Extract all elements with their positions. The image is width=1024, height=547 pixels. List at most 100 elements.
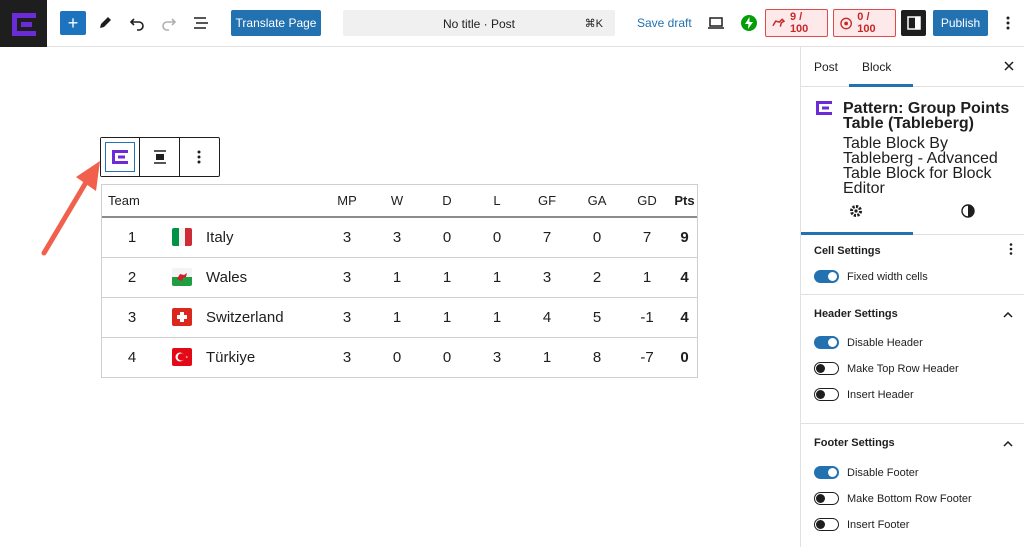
flag-cell[interactable] bbox=[162, 217, 202, 258]
rank-cell[interactable]: 1 bbox=[102, 217, 162, 258]
align-button[interactable] bbox=[140, 138, 180, 176]
header-cell[interactable]: GD bbox=[622, 185, 672, 218]
redo-button[interactable] bbox=[157, 11, 181, 35]
panel-title[interactable]: Header Settings bbox=[814, 308, 898, 320]
command-palette-bar[interactable]: No title · Post ⌘K bbox=[343, 10, 615, 36]
gf-cell[interactable]: 7 bbox=[522, 217, 572, 258]
gd-cell[interactable]: -1 bbox=[622, 297, 672, 338]
toggle-switch[interactable] bbox=[814, 518, 839, 531]
rank-cell[interactable]: 4 bbox=[102, 337, 162, 377]
toggle-switch[interactable] bbox=[814, 336, 839, 349]
header-cell[interactable]: GA bbox=[572, 185, 622, 218]
preview-button[interactable] bbox=[704, 11, 728, 35]
w-cell[interactable]: 1 bbox=[372, 297, 422, 338]
styles-tab[interactable] bbox=[961, 204, 975, 223]
toggle-row[interactable]: Make Top Row Header bbox=[814, 362, 959, 375]
l-cell[interactable]: 0 bbox=[472, 217, 522, 258]
tab-post[interactable]: Post bbox=[814, 60, 838, 74]
collapse-panel-button[interactable] bbox=[1003, 307, 1013, 321]
header-cell[interactable]: MP bbox=[322, 185, 372, 218]
panel-title[interactable]: Footer Settings bbox=[814, 437, 895, 449]
close-sidebar-button[interactable] bbox=[1004, 58, 1014, 74]
mp-cell[interactable]: 3 bbox=[322, 337, 372, 377]
publish-button[interactable]: Publish bbox=[933, 10, 988, 36]
toggle-row[interactable]: Disable Header bbox=[814, 336, 923, 349]
tableberg-logo[interactable] bbox=[0, 0, 47, 47]
mp-cell[interactable]: 3 bbox=[322, 297, 372, 338]
settings-tab[interactable] bbox=[849, 204, 863, 223]
flag-cell[interactable] bbox=[162, 257, 202, 298]
gf-cell[interactable]: 4 bbox=[522, 297, 572, 338]
gd-cell[interactable]: 1 bbox=[622, 257, 672, 298]
d-cell[interactable]: 1 bbox=[422, 297, 472, 338]
l-cell[interactable]: 1 bbox=[472, 257, 522, 298]
d-cell[interactable]: 1 bbox=[422, 257, 472, 298]
toggle-row[interactable]: Insert Header bbox=[814, 388, 914, 401]
toggle-row[interactable]: Fixed width cells bbox=[814, 270, 928, 283]
toggle-switch[interactable] bbox=[814, 388, 839, 401]
tab-block[interactable]: Block bbox=[862, 60, 891, 74]
header-cell[interactable]: Team bbox=[102, 185, 322, 218]
undo-button[interactable] bbox=[125, 11, 149, 35]
gd-cell[interactable]: 7 bbox=[622, 217, 672, 258]
readability-score-button[interactable]: 0 / 100 bbox=[833, 9, 896, 37]
translate-page-button[interactable]: Translate Page bbox=[231, 10, 321, 36]
panel-options-button[interactable] bbox=[1009, 243, 1013, 258]
toggle-row[interactable]: Insert Footer bbox=[814, 518, 909, 531]
ga-cell[interactable]: 0 bbox=[572, 217, 622, 258]
toggle-switch[interactable] bbox=[814, 270, 839, 283]
team-cell[interactable]: Türkiye bbox=[202, 337, 322, 377]
block-type-button[interactable] bbox=[101, 138, 141, 176]
points-table[interactable]: Team MP W D L GF GA GD Pts 1 Italy 3 3 0… bbox=[101, 184, 698, 378]
collapse-panel-button[interactable] bbox=[1003, 436, 1013, 450]
w-cell[interactable]: 0 bbox=[372, 337, 422, 377]
w-cell[interactable]: 1 bbox=[372, 257, 422, 298]
gd-cell[interactable]: -7 bbox=[622, 337, 672, 377]
tools-button[interactable] bbox=[93, 11, 117, 35]
mp-cell[interactable]: 3 bbox=[322, 217, 372, 258]
header-cell[interactable]: GF bbox=[522, 185, 572, 218]
pts-cell[interactable]: 9 bbox=[672, 217, 697, 258]
toggle-row[interactable]: Make Bottom Row Footer bbox=[814, 492, 972, 505]
panel-title[interactable]: Cell Settings bbox=[814, 245, 881, 257]
w-cell[interactable]: 3 bbox=[372, 217, 422, 258]
l-cell[interactable]: 1 bbox=[472, 297, 522, 338]
editor-canvas: Team MP W D L GF GA GD Pts 1 Italy 3 3 0… bbox=[0, 47, 800, 547]
pts-cell[interactable]: 0 bbox=[672, 337, 697, 377]
header-cell[interactable]: L bbox=[472, 185, 522, 218]
pts-cell[interactable]: 4 bbox=[672, 297, 697, 338]
rank-cell[interactable]: 3 bbox=[102, 297, 162, 338]
ga-cell[interactable]: 2 bbox=[572, 257, 622, 298]
team-cell[interactable]: Italy bbox=[202, 217, 322, 258]
header-cell[interactable]: Pts bbox=[672, 185, 697, 218]
flag-cell[interactable] bbox=[162, 297, 202, 338]
d-cell[interactable]: 0 bbox=[422, 217, 472, 258]
rank-cell[interactable]: 2 bbox=[102, 257, 162, 298]
toggle-row[interactable]: Disable Footer bbox=[814, 466, 919, 479]
save-draft-button[interactable]: Save draft bbox=[637, 16, 692, 30]
seo-score-button[interactable]: 9 / 100 bbox=[765, 9, 828, 37]
pts-cell[interactable]: 4 bbox=[672, 257, 697, 298]
team-cell[interactable]: Switzerland bbox=[202, 297, 322, 338]
jetpack-button[interactable] bbox=[737, 11, 761, 35]
gf-cell[interactable]: 1 bbox=[522, 337, 572, 377]
add-block-button[interactable]: + bbox=[60, 11, 86, 35]
toggle-switch[interactable] bbox=[814, 492, 839, 505]
ga-cell[interactable]: 8 bbox=[572, 337, 622, 377]
gf-cell[interactable]: 3 bbox=[522, 257, 572, 298]
document-overview-button[interactable] bbox=[189, 11, 213, 35]
switzerland-flag-icon bbox=[172, 308, 192, 327]
l-cell[interactable]: 3 bbox=[472, 337, 522, 377]
settings-sidebar-toggle[interactable] bbox=[901, 10, 926, 36]
toggle-switch[interactable] bbox=[814, 466, 839, 479]
block-options-button[interactable] bbox=[180, 138, 219, 176]
header-cell[interactable]: W bbox=[372, 185, 422, 218]
d-cell[interactable]: 0 bbox=[422, 337, 472, 377]
options-menu-button[interactable] bbox=[998, 12, 1018, 34]
header-cell[interactable]: D bbox=[422, 185, 472, 218]
team-cell[interactable]: Wales bbox=[202, 257, 322, 298]
ga-cell[interactable]: 5 bbox=[572, 297, 622, 338]
toggle-switch[interactable] bbox=[814, 362, 839, 375]
mp-cell[interactable]: 3 bbox=[322, 257, 372, 298]
flag-cell[interactable] bbox=[162, 337, 202, 377]
